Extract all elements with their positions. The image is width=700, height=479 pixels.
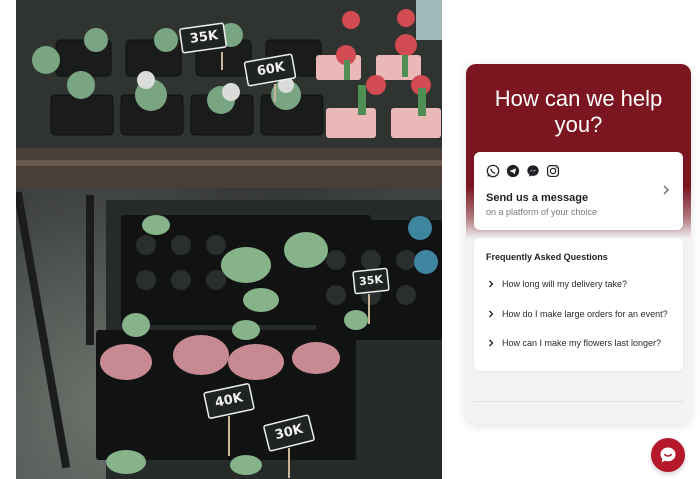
page: 35K 60K 35K 40K 30K How can we help you? [0,0,700,479]
chevron-right-icon [489,280,494,288]
chevron-right-icon [663,185,670,195]
telegram-icon [506,164,520,178]
messenger-icon [527,165,539,177]
faq-item[interactable]: How can I make my flowers last longer? [486,332,676,354]
send-message-title: Send us a message [486,192,589,204]
faq-heading: Frequently Asked Questions [486,252,608,262]
faq-item-label: How can I make my flowers last longer? [502,338,662,348]
faq-item[interactable]: How do I make large orders for an event? [486,303,676,325]
faq-item[interactable]: How long will my delivery take? [486,273,676,295]
whatsapp-icon [486,164,500,178]
faq-item-label: How do I make large orders for an event? [502,309,668,319]
widget-divider [474,401,683,402]
send-message-subtitle: on a platform of your choice [486,207,598,217]
help-widget: How can we help you? Send us a message o… [466,64,691,424]
faq-card: Frequently Asked Questions How long will… [474,238,683,371]
chevron-right-icon [489,310,494,318]
instagram-icon [546,164,560,178]
succulent-market-photo: 35K 60K 35K 40K 30K [16,0,442,479]
messaging-platform-icons [486,164,560,178]
chevron-right-icon [489,339,494,347]
widget-title: How can we help you? [494,86,663,137]
chat-launcher-button[interactable] [651,438,685,472]
faq-item-label: How long will my delivery take? [502,279,628,289]
send-message-card[interactable]: Send us a message on a platform of your … [474,152,683,230]
chat-smile-icon [660,447,676,463]
